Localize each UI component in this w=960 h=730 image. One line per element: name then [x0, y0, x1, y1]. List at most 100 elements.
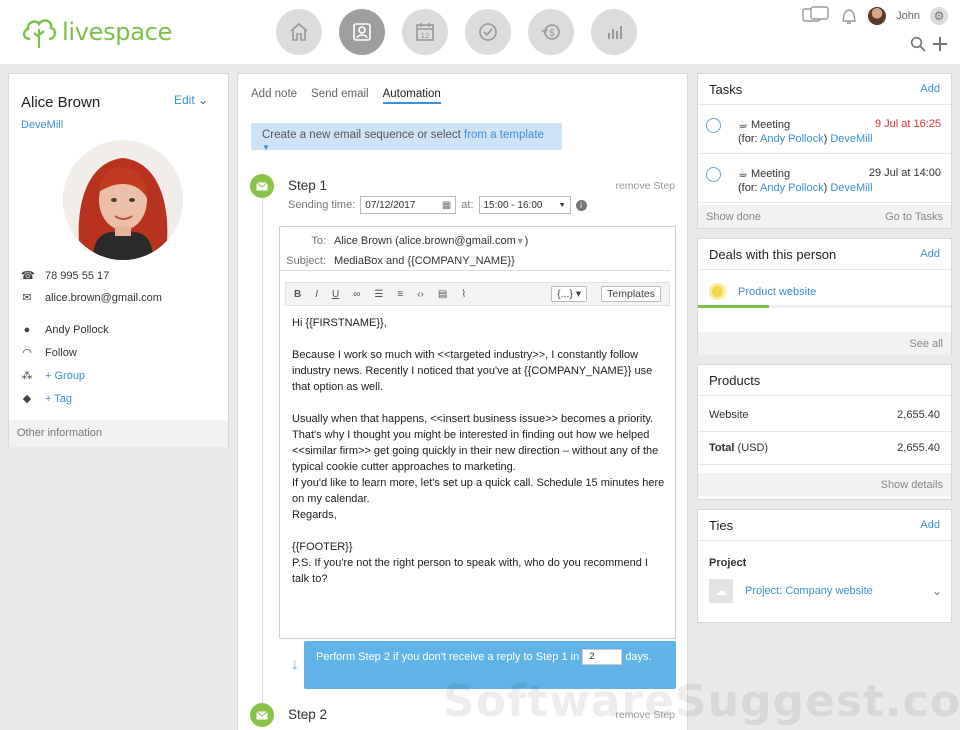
remove-step-1-link[interactable]: remove Step [615, 180, 675, 192]
step-1-title: Step 1 [288, 178, 328, 193]
task-company-link[interactable]: DeveMill [830, 182, 872, 194]
nav-calendar-button[interactable]: 12 [402, 9, 448, 55]
show-details-link[interactable]: Show details [881, 479, 943, 491]
tab-add-note[interactable]: Add note [251, 88, 297, 104]
task-row: ☕ Meeting 9 Jul at 16:25 (for: Andy Poll… [698, 106, 951, 154]
task-title[interactable]: ☕ Meeting [738, 167, 790, 180]
nav-reports-button[interactable] [591, 9, 637, 55]
tab-automation[interactable]: Automation [382, 88, 441, 104]
task-title[interactable]: ☕ Meeting [738, 118, 790, 131]
from-template-link[interactable]: from a template [464, 129, 544, 141]
other-information-toggle[interactable]: Other information [9, 420, 228, 447]
add-tie-link[interactable]: Add [920, 519, 940, 531]
arrow-down-icon: ↓ [291, 656, 299, 673]
sending-time-select[interactable]: 15:00 - 16:00 ▼ [478, 196, 571, 214]
tasks-header: Tasks Add [698, 74, 951, 105]
phone-icon: ☎ [21, 270, 35, 282]
caret-down-icon[interactable]: ▼ [516, 236, 525, 246]
bell-icon[interactable] [840, 6, 858, 26]
add-tag-link[interactable]: + Tag [45, 393, 72, 405]
go-to-tasks-link[interactable]: Go to Tasks [885, 211, 943, 223]
task-date: 9 Jul at 16:25 [874, 118, 941, 130]
add-group-link[interactable]: + Group [45, 370, 85, 382]
task-person-link[interactable]: Andy Pollock [760, 182, 824, 194]
task-row: ☕ Meeting 29 Jul at 14:00 (for: Andy Pol… [698, 155, 951, 203]
sequence-prefix: Create a new email sequence or select [262, 129, 461, 141]
ordered-list-icon[interactable]: ☰ [374, 289, 383, 300]
remove-step-2-link[interactable]: remove Step [615, 709, 675, 721]
link-icon[interactable]: ∞ [353, 289, 360, 300]
task-complete-checkbox[interactable] [706, 118, 721, 133]
tag-row: ◆ + Tag [21, 392, 72, 406]
task-for: (for: Andy Pollock) DeveMill [738, 133, 873, 145]
deal-row[interactable]: Product website [709, 283, 816, 300]
contact-company-link[interactable]: DeveMill [21, 119, 63, 131]
deals-title: Deals with this person [709, 246, 837, 262]
body-line: Usually when that happens, <<insert busi… [292, 413, 659, 473]
money-cycle-icon: $ [541, 24, 560, 40]
templates-button[interactable]: Templates [601, 286, 661, 302]
phone-value[interactable]: 78 995 55 17 [45, 270, 109, 282]
nav-contacts-button[interactable] [339, 9, 385, 55]
bold-button[interactable]: B [294, 289, 301, 300]
body-line: If you'd like to learn more, let's set u… [292, 477, 665, 505]
italic-button[interactable]: I [315, 289, 318, 300]
subject-input[interactable]: MediaBox and {{COMPANY_NAME}} [334, 255, 515, 267]
task-date: 29 Jul at 14:00 [868, 167, 941, 179]
code-icon[interactable]: ‹› [417, 289, 424, 300]
step-2-title: Step 2 [288, 707, 328, 722]
task-complete-checkbox[interactable] [706, 167, 721, 182]
add-task-link[interactable]: Add [920, 83, 940, 95]
editor-toolbar: B I U ∞ ☰ ≡ ‹› ▤ ⌇ {...} ▾ Templates [285, 282, 670, 306]
search-icon[interactable] [910, 36, 926, 52]
to-value[interactable]: Alice Brown (alice.brown@gmail.com [334, 235, 516, 247]
project-link[interactable]: Project: Company website [745, 585, 920, 597]
body-line: Hi {{FIRSTNAME}}, [292, 317, 387, 329]
days-input[interactable]: 2 [582, 649, 623, 666]
group-icon: ⁂ [21, 370, 33, 382]
unordered-list-icon[interactable]: ≡ [397, 289, 403, 300]
nav-tasks-button[interactable] [465, 9, 511, 55]
task-company-link[interactable]: DeveMill [830, 133, 872, 145]
body-line: Because I work so much with <<targeted i… [292, 349, 653, 393]
file-icon[interactable]: ▤ [438, 289, 447, 300]
tasks-footer: Show done Go to Tasks [698, 205, 951, 228]
info-icon[interactable]: i [575, 199, 587, 211]
calendar-day: 12 [421, 32, 430, 40]
task-person-link[interactable]: Andy Pollock [760, 133, 824, 145]
gear-icon[interactable]: ⚙ [930, 7, 948, 25]
logo[interactable]: livespace [20, 12, 172, 52]
tab-send-email[interactable]: Send email [311, 88, 369, 104]
email-value[interactable]: alice.brown@gmail.com [45, 292, 162, 304]
step-timeline [262, 196, 263, 706]
chevron-down-icon[interactable]: ⌄ [932, 584, 942, 598]
deal-progress-track [698, 305, 951, 308]
attachment-icon[interactable]: ⌇ [461, 289, 466, 300]
follow-link[interactable]: Follow [45, 347, 77, 359]
see-all-link[interactable]: See all [909, 338, 943, 350]
to-label: To: [311, 235, 326, 247]
user-avatar[interactable] [868, 7, 887, 25]
body-line [292, 331, 667, 347]
body-line: Regards, [292, 509, 337, 521]
add-deal-link[interactable]: Add [920, 248, 940, 260]
email-body[interactable]: Hi {{FIRSTNAME}}, Because I work so much… [292, 315, 667, 587]
sending-date-input[interactable]: 07/12/2017 ▦ [360, 196, 457, 214]
calendar-small-icon: ▦ [441, 199, 452, 211]
tie-project-row[interactable]: ☁ Project: Company website ⌄ [709, 579, 942, 603]
show-done-link[interactable]: Show done [706, 211, 761, 223]
user-name[interactable]: John [896, 10, 920, 22]
chat-icon[interactable] [802, 6, 830, 26]
deal-link[interactable]: Product website [738, 286, 816, 298]
variables-dropdown[interactable]: {...} ▾ [551, 286, 588, 302]
nav-home-button[interactable] [276, 9, 322, 55]
sending-time-row: Sending time: 07/12/2017 ▦ at: 15:00 - 16… [288, 196, 587, 214]
variables-label: {...} [557, 288, 573, 300]
create-sequence-bar[interactable]: Create a new email sequence or select fr… [251, 123, 562, 152]
owner-value[interactable]: Andy Pollock [45, 324, 109, 336]
edit-button[interactable]: Edit ⌄ [174, 93, 208, 107]
underline-button[interactable]: U [332, 289, 339, 300]
nav-deals-button[interactable]: $ [528, 9, 574, 55]
plus-icon[interactable] [932, 36, 948, 52]
sending-time-value: 15:00 - 16:00 [483, 199, 543, 211]
